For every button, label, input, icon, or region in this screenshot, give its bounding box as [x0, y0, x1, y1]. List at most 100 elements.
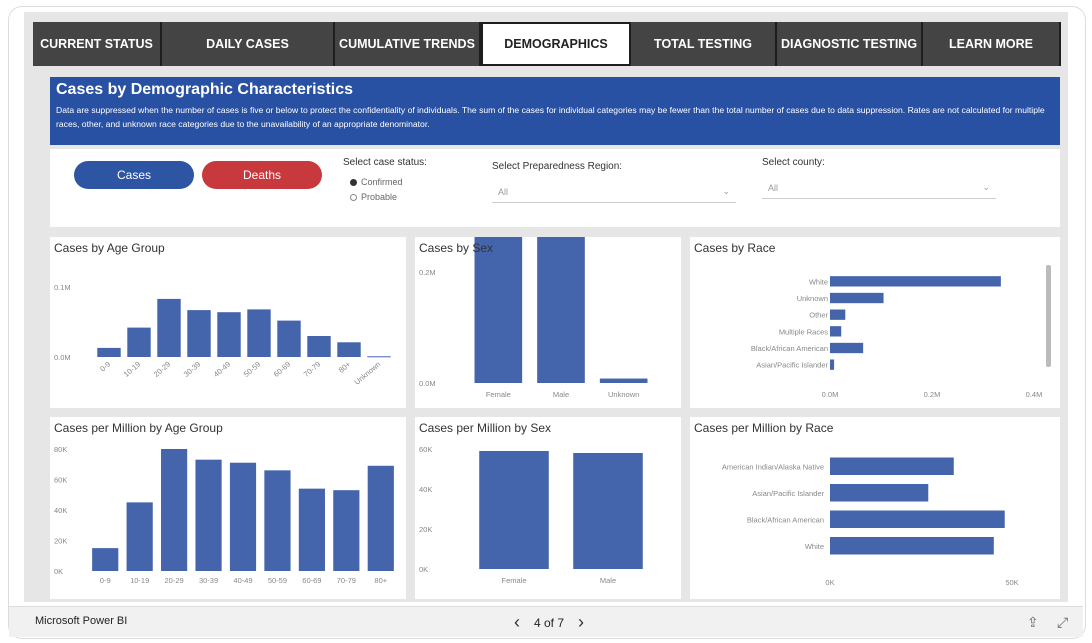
category-label: 10-19: [122, 360, 142, 379]
region-label: Select Preparedness Region:: [492, 161, 623, 172]
bar-sex-0: [474, 237, 523, 383]
bar-race_pm-2: [830, 510, 1005, 528]
filter-bar: Cases Deaths Select case status: Confirm…: [50, 149, 1060, 227]
chart-cases-by-age: 0-9 10-19 20-29 30-39 40-49 50-59 60-69 70-79 80…: [54, 283, 391, 387]
chart-title: Cases by Age Group: [54, 241, 165, 255]
chart-cases-per-million-by-age: 0-9 10-19 20-29 30-39 40-49 50-59 60-69 70-79 80…: [54, 445, 394, 585]
bar-age-5: [247, 309, 271, 357]
x-tick-label: 0.0M: [822, 390, 839, 399]
chevron-left-icon[interactable]: ‹: [514, 612, 520, 633]
category-label: 0-9: [100, 576, 111, 585]
y-tick-label: 60K: [54, 476, 67, 485]
category-label: Unknown: [797, 294, 828, 303]
bar-age-3: [187, 310, 211, 357]
share-icon[interactable]: ⇪: [1027, 614, 1039, 631]
category-label: Female: [486, 390, 511, 399]
case-status-label: Select case status:: [343, 157, 427, 168]
chart-title: Cases per Million by Race: [694, 421, 834, 435]
county-label: Select county:: [762, 157, 825, 168]
x-tick-label: 0.2M: [924, 390, 941, 399]
bar-race-5: [830, 359, 835, 370]
deaths-button[interactable]: Deaths: [202, 161, 322, 189]
chevron-right-icon[interactable]: ›: [578, 612, 584, 633]
category-label: American Indian/Alaska Native: [722, 462, 824, 471]
y-tick-label: 40K: [419, 485, 432, 494]
category-label: Unknown: [353, 360, 383, 387]
y-tick-label: 20K: [419, 525, 432, 534]
tab-bar: CURRENT STATUS DAILY CASES CUMULATIVE TR…: [33, 22, 1061, 66]
bar-age-8: [337, 342, 361, 357]
y-tick-label: 20K: [54, 537, 67, 546]
y-tick-label: 0.2M: [419, 268, 436, 277]
category-label: 50-59: [268, 576, 287, 585]
y-tick-label: 60K: [419, 445, 432, 454]
tab-cumulative-trends[interactable]: CUMULATIVE TRENDS: [335, 22, 481, 66]
category-label: Male: [600, 576, 616, 585]
y-tick-label: 0K: [419, 565, 428, 574]
category-label: Unknown: [608, 390, 639, 399]
chart-cases-per-million-by-sex: Female Male 0K 20K 40K 60K: [419, 445, 643, 585]
bar-age-6: [277, 320, 301, 357]
region-dropdown[interactable]: All ⌄: [492, 181, 736, 203]
category-label: Black/African American: [751, 344, 828, 353]
bar-race-0: [830, 276, 1001, 287]
panel-cases-by-age: 0-9 10-19 20-29 30-39 40-49 50-59 60-69 70-79 80…: [50, 237, 406, 408]
tab-learn-more[interactable]: LEARN MORE: [923, 22, 1061, 66]
banner-text: Data are suppressed when the number of c…: [56, 105, 1045, 129]
tab-diagnostic-testing[interactable]: DIAGNOSTIC TESTING: [777, 22, 923, 66]
fullscreen-icon[interactable]: ⤢: [1057, 614, 1068, 631]
category-label: White: [809, 277, 828, 286]
category-label: 50-59: [242, 360, 262, 379]
bar-sex_pm-1: [573, 453, 643, 569]
radio-empty-icon: [350, 193, 357, 201]
tab-total-testing[interactable]: TOTAL TESTING: [631, 22, 777, 66]
y-tick-label: 0.1M: [54, 283, 71, 292]
panel-cases-by-race: White Unknown Other Multiple Races Black/Afr…: [690, 237, 1060, 408]
bar-age-7: [307, 336, 331, 357]
cases-button[interactable]: Cases: [74, 161, 194, 189]
category-label: 60-69: [272, 360, 292, 379]
bar-race_pm-3: [830, 537, 994, 555]
tab-current-status[interactable]: CURRENT STATUS: [33, 22, 162, 66]
category-label: Asian/Pacific Islander: [752, 489, 824, 498]
radio-selected-icon: [350, 178, 357, 186]
county-dropdown[interactable]: All ⌄: [762, 177, 996, 199]
category-label: 60-69: [302, 576, 321, 585]
panel-cases-per-million-by-age: 0-9 10-19 20-29 30-39 40-49 50-59 60-69 70-79 80…: [50, 417, 406, 599]
page-navigator: ‹ 4 of 7 ›: [514, 612, 584, 633]
x-tick-label: 0K: [825, 578, 834, 587]
radio-probable[interactable]: Probable: [350, 192, 397, 202]
category-label: 20-29: [165, 576, 184, 585]
category-label: 40-49: [212, 360, 232, 379]
tab-daily-cases[interactable]: DAILY CASES: [162, 22, 335, 66]
bar-age-0: [97, 347, 121, 357]
y-tick-label: 0.0M: [419, 379, 436, 388]
bar-race-4: [830, 342, 864, 354]
bar-race-1: [830, 292, 884, 304]
bar-age_pm-5: [264, 470, 291, 571]
tab-demographics[interactable]: DEMOGRAPHICS: [481, 22, 631, 66]
chart-cases-by-sex: Female Male Unknown 0.0M 0.2M: [419, 237, 648, 399]
category-label: Black/African American: [747, 515, 824, 524]
bar-race-3: [830, 326, 842, 337]
bar-age_pm-1: [126, 502, 153, 571]
chart-title: Cases by Race: [694, 241, 776, 255]
category-label: 70-79: [337, 576, 356, 585]
category-label: 30-39: [182, 360, 202, 379]
chart-cases-by-race: White Unknown Other Multiple Races Black/Afr…: [751, 276, 1042, 399]
panel-cases-by-sex: Female Male Unknown 0.0M 0.2M Cases by Sex: [415, 237, 681, 408]
panel-cases-per-million-by-race: American Indian/Alaska Native Asian/Pacif…: [690, 417, 1060, 599]
category-label: 70-79: [302, 360, 322, 379]
bar-age-4: [217, 312, 241, 357]
bar-age_pm-8: [367, 465, 394, 571]
category-label: Female: [501, 576, 526, 585]
y-tick-label: 40K: [54, 506, 67, 515]
chevron-down-icon: ⌄: [722, 186, 730, 196]
page-title: Cases by Demographic Characteristics: [56, 81, 354, 98]
powerbi-footer: Microsoft Power BI ‹ 4 of 7 › ⇪ ⤢: [9, 606, 1083, 637]
scrollbar[interactable]: [1046, 265, 1051, 367]
bar-age-2: [157, 298, 181, 357]
category-label: Multiple Races: [779, 327, 828, 336]
radio-confirmed[interactable]: Confirmed: [350, 177, 403, 187]
chart-title: Cases by Sex: [419, 241, 494, 255]
